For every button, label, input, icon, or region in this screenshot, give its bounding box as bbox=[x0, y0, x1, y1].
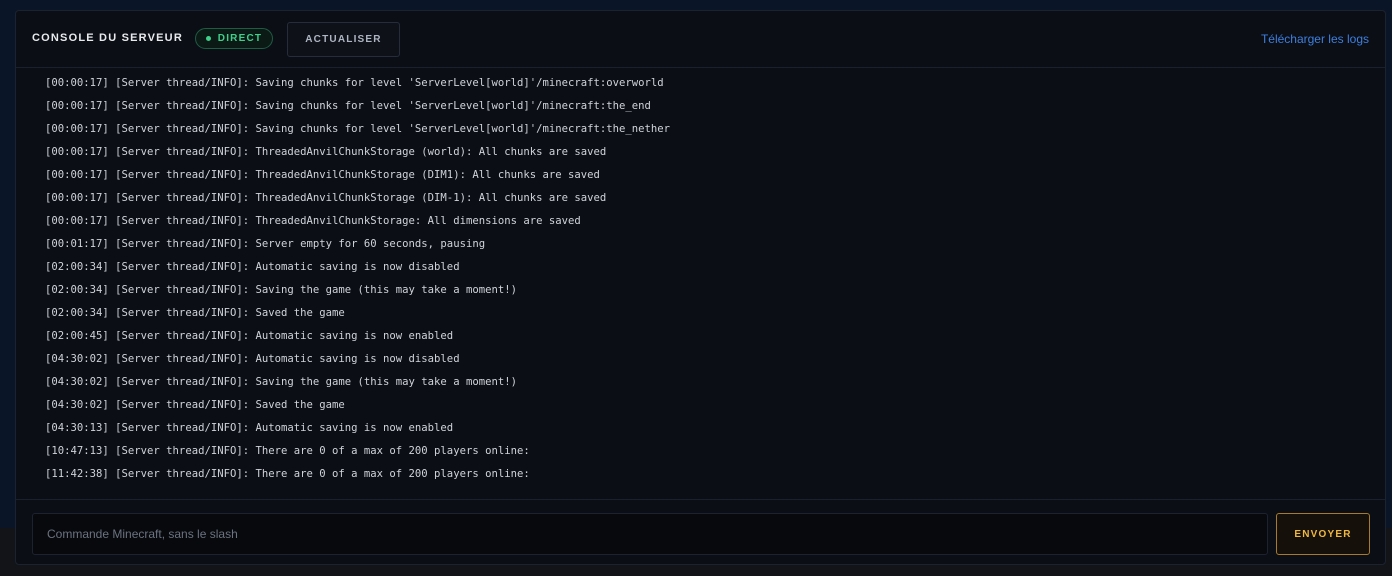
console-header: CONSOLE DU SERVEUR DIRECT ACTUALISER Tél… bbox=[16, 11, 1385, 68]
log-line: [02:00:45] [Server thread/INFO]: Automat… bbox=[45, 330, 454, 342]
live-status-label: DIRECT bbox=[217, 33, 263, 44]
log-line: [04:30:02] [Server thread/INFO]: Saved t… bbox=[45, 399, 345, 411]
log-line: [00:00:17] [Server thread/INFO]: Threade… bbox=[45, 169, 600, 181]
log-line: [00:00:17] [Server thread/INFO]: Saving … bbox=[45, 123, 671, 135]
log-line: [00:00:17] [Server thread/INFO]: Threade… bbox=[45, 192, 607, 204]
live-status-badge: DIRECT bbox=[195, 28, 273, 49]
console-log-output[interactable]: [00:00:17] [Server thread/INFO]: Saving … bbox=[16, 68, 1385, 499]
log-line: [04:30:13] [Server thread/INFO]: Automat… bbox=[45, 422, 454, 434]
server-console-panel: CONSOLE DU SERVEUR DIRECT ACTUALISER Tél… bbox=[15, 10, 1386, 565]
live-dot-icon bbox=[205, 36, 211, 41]
log-line: [02:00:34] [Server thread/INFO]: Saving … bbox=[45, 284, 517, 296]
log-line: [02:00:34] [Server thread/INFO]: Automat… bbox=[45, 261, 460, 273]
log-line: [00:01:17] [Server thread/INFO]: Server … bbox=[45, 238, 486, 250]
console-title: CONSOLE DU SERVEUR bbox=[32, 32, 183, 44]
command-input[interactable] bbox=[32, 513, 1268, 555]
log-line: [00:00:17] [Server thread/INFO]: Threade… bbox=[45, 146, 607, 158]
command-bar: ENVOYER bbox=[16, 499, 1385, 566]
log-line: [10:47:13] [Server thread/INFO]: There a… bbox=[45, 445, 530, 457]
log-line: [00:00:17] [Server thread/INFO]: Saving … bbox=[45, 77, 664, 89]
download-logs-link[interactable]: Télécharger les logs bbox=[1261, 32, 1369, 46]
log-line: [02:00:34] [Server thread/INFO]: Saved t… bbox=[45, 307, 345, 319]
send-button[interactable]: ENVOYER bbox=[1276, 513, 1370, 555]
log-line: [00:00:17] [Server thread/INFO]: Threade… bbox=[45, 215, 581, 227]
log-line: [11:42:38] [Server thread/INFO]: There a… bbox=[45, 468, 530, 480]
refresh-button[interactable]: ACTUALISER bbox=[287, 22, 400, 57]
log-line: [00:00:17] [Server thread/INFO]: Saving … bbox=[45, 100, 651, 112]
log-line: [04:30:02] [Server thread/INFO]: Saving … bbox=[45, 376, 517, 388]
log-line: [04:30:02] [Server thread/INFO]: Automat… bbox=[45, 353, 460, 365]
